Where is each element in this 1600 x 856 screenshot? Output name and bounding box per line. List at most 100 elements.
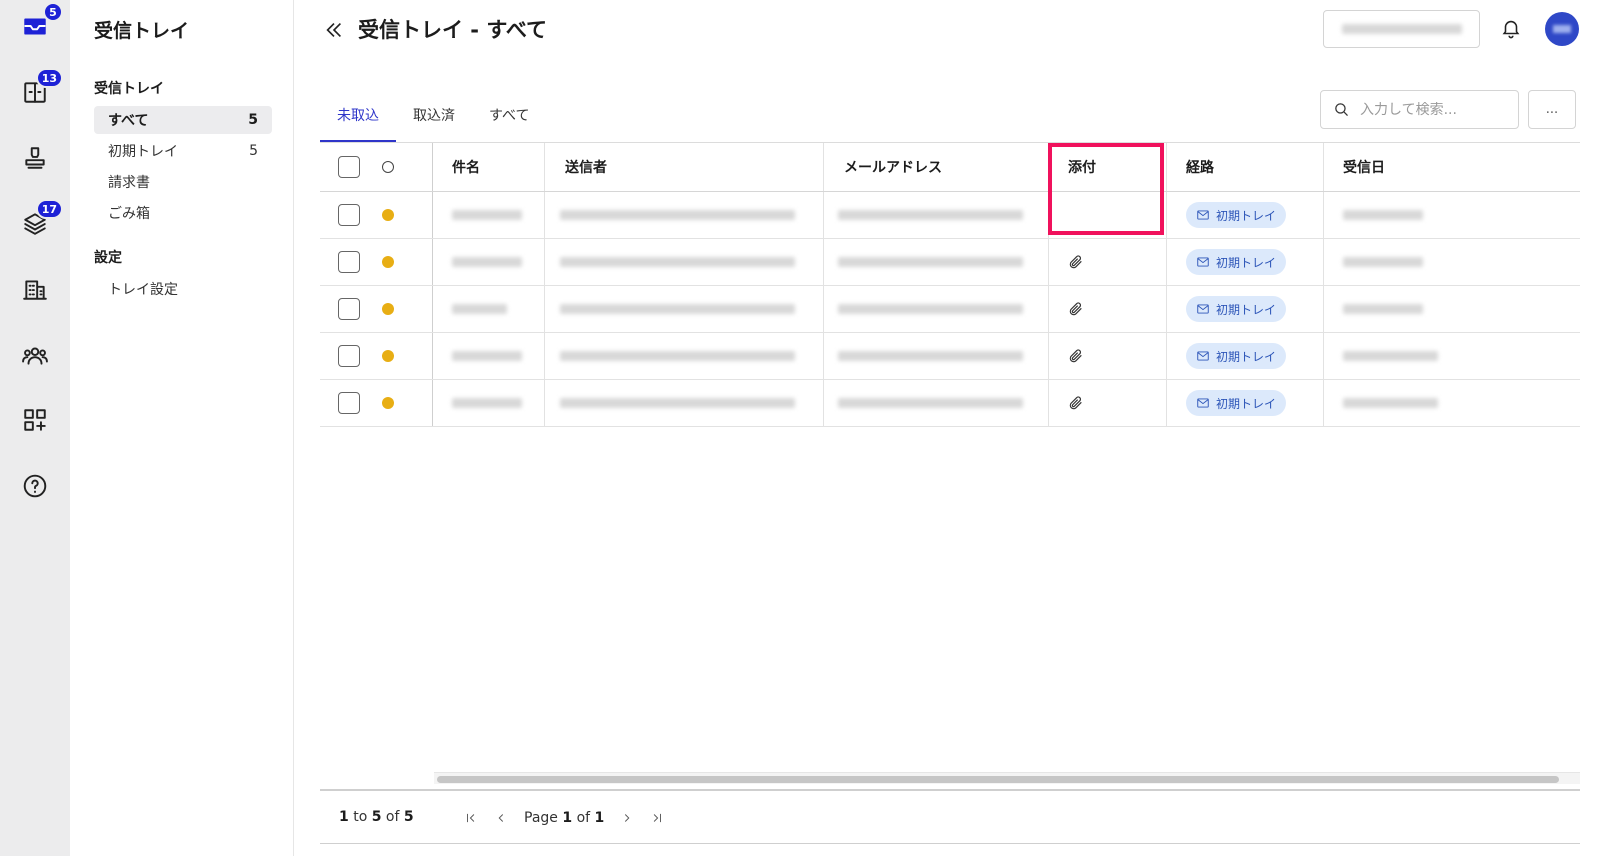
row-checkbox[interactable] — [338, 204, 360, 226]
apps-add-icon — [24, 409, 46, 431]
horizontal-scrollbar[interactable] — [434, 772, 1580, 784]
tab-all[interactable]: すべて — [472, 100, 546, 142]
column-header-attachment[interactable]: 添付 — [1068, 143, 1096, 191]
summary-to: 5 — [371, 809, 382, 825]
last-page-button[interactable] — [642, 805, 672, 831]
sidebar-item-initial-tray[interactable]: 初期トレイ 5 — [94, 137, 272, 165]
column-header-email[interactable]: メールアドレス — [844, 143, 942, 191]
last-page-icon — [654, 813, 662, 823]
summary-to-word: to — [353, 809, 368, 825]
table-row[interactable]: 初期トレイ — [320, 333, 1580, 380]
rail-badge: 17 — [35, 199, 63, 219]
route-badge[interactable]: 初期トレイ — [1186, 390, 1287, 416]
sidebar-item-label: トレイ設定 — [108, 282, 178, 298]
redacted-received-date — [1343, 351, 1438, 361]
redacted-subject — [452, 304, 507, 314]
route-label: 初期トレイ — [1216, 396, 1277, 411]
route-badge[interactable]: 初期トレイ — [1186, 249, 1287, 275]
double-chevron-left-icon — [326, 22, 342, 38]
status-tabs: 未取込 取込済 すべて — [320, 100, 546, 142]
mail-icon — [1197, 398, 1209, 408]
row-count-summary: 1 to 5 of 5 — [339, 809, 414, 825]
rail-stamp[interactable] — [17, 140, 53, 176]
tab-not-imported[interactable]: 未取込 — [320, 100, 396, 142]
route-badge[interactable]: 初期トレイ — [1186, 343, 1287, 369]
attachment-cell — [1068, 286, 1084, 332]
first-page-button[interactable] — [456, 805, 486, 831]
row-checkbox[interactable] — [338, 298, 360, 320]
redacted-received-date — [1343, 304, 1423, 314]
people-icon — [22, 347, 48, 365]
tab-imported[interactable]: 取込済 — [396, 100, 472, 142]
row-checkbox[interactable] — [338, 345, 360, 367]
more-options-button[interactable]: ... — [1528, 90, 1576, 129]
paperclip-icon — [1069, 396, 1082, 410]
route-badge[interactable]: 初期トレイ — [1186, 296, 1287, 322]
column-header-route[interactable]: 経路 — [1186, 143, 1214, 191]
column-header-subject[interactable]: 件名 — [452, 143, 480, 191]
row-checkbox[interactable] — [338, 251, 360, 273]
route-label: 初期トレイ — [1216, 302, 1277, 317]
organization-selector[interactable] — [1323, 10, 1480, 48]
sidebar-item-tray-settings[interactable]: トレイ設定 — [94, 275, 272, 303]
notifications-button[interactable] — [1500, 17, 1524, 41]
user-avatar[interactable] — [1545, 12, 1579, 46]
route-badge[interactable]: 初期トレイ — [1186, 202, 1287, 228]
unread-dot — [382, 397, 394, 409]
unread-dot — [382, 256, 394, 268]
sidebar-title: 受信トレイ — [94, 20, 190, 42]
select-all-checkbox[interactable] — [338, 156, 360, 178]
horizontal-scrollbar-thumb[interactable] — [437, 776, 1559, 783]
rail-buildings[interactable] — [17, 271, 53, 307]
chevron-right-icon — [625, 814, 630, 822]
sidebar-item-trash[interactable]: ごみ箱 — [94, 199, 272, 227]
sidebar-item-all[interactable]: すべて 5 — [94, 106, 272, 134]
table-header-row: 件名 送信者 メールアドレス 添付 経路 受信日 — [320, 143, 1580, 192]
redacted-subject — [452, 398, 522, 408]
column-header-received-date[interactable]: 受信日 — [1343, 143, 1385, 191]
rail-apps[interactable] — [17, 402, 53, 438]
sidebar-section-settings: 設定 — [94, 250, 122, 266]
collapse-sidebar-button[interactable] — [320, 16, 348, 44]
search-input[interactable] — [1360, 101, 1510, 118]
redacted-received-date — [1343, 257, 1423, 267]
page-word: Page — [524, 810, 558, 826]
rail-help[interactable] — [17, 468, 53, 504]
unread-dot — [382, 350, 394, 362]
table-row[interactable]: 初期トレイ — [320, 286, 1580, 333]
table-row[interactable]: 初期トレイ — [320, 192, 1580, 239]
select-all-cell — [338, 143, 360, 191]
sidebar-item-label: すべて — [108, 113, 149, 129]
rail-badge: 5 — [43, 2, 63, 22]
rail-members[interactable] — [17, 337, 53, 373]
mail-table: 件名 送信者 メールアドレス 添付 経路 受信日 初期トレイ 初期トレイ 初期ト… — [320, 142, 1580, 427]
rail-documents[interactable]: 13 — [17, 68, 63, 110]
redacted-email — [838, 210, 1023, 220]
page-title: 受信トレイ - すべて — [358, 18, 548, 42]
sidebar-item-count: 5 — [248, 112, 258, 128]
attachment-cell — [1068, 239, 1084, 285]
sidebar-item-invoices[interactable]: 請求書 — [94, 168, 272, 196]
redacted-organization-name — [1341, 24, 1462, 34]
status-circle-icon — [382, 161, 394, 173]
rail-inbox[interactable]: 5 — [17, 2, 63, 44]
redacted-email — [838, 398, 1023, 408]
previous-page-button[interactable] — [486, 805, 516, 831]
help-icon — [23, 474, 47, 498]
redacted-subject — [452, 257, 522, 267]
rail-layers[interactable]: 17 — [17, 199, 63, 241]
attachment-cell — [1068, 380, 1084, 426]
table-row[interactable]: 初期トレイ — [320, 239, 1580, 286]
total-pages: 1 — [594, 810, 605, 826]
page-of-word: of — [576, 810, 591, 826]
route-label: 初期トレイ — [1216, 349, 1277, 364]
mail-icon — [1197, 304, 1209, 314]
table-row[interactable]: 初期トレイ — [320, 380, 1580, 427]
column-header-sender[interactable]: 送信者 — [565, 143, 607, 191]
row-checkbox[interactable] — [338, 392, 360, 414]
redacted-sender — [560, 351, 795, 361]
next-page-button[interactable] — [612, 805, 642, 831]
search-icon — [1335, 103, 1348, 116]
redacted-avatar-initials — [1553, 25, 1571, 33]
search-box — [1320, 90, 1519, 129]
